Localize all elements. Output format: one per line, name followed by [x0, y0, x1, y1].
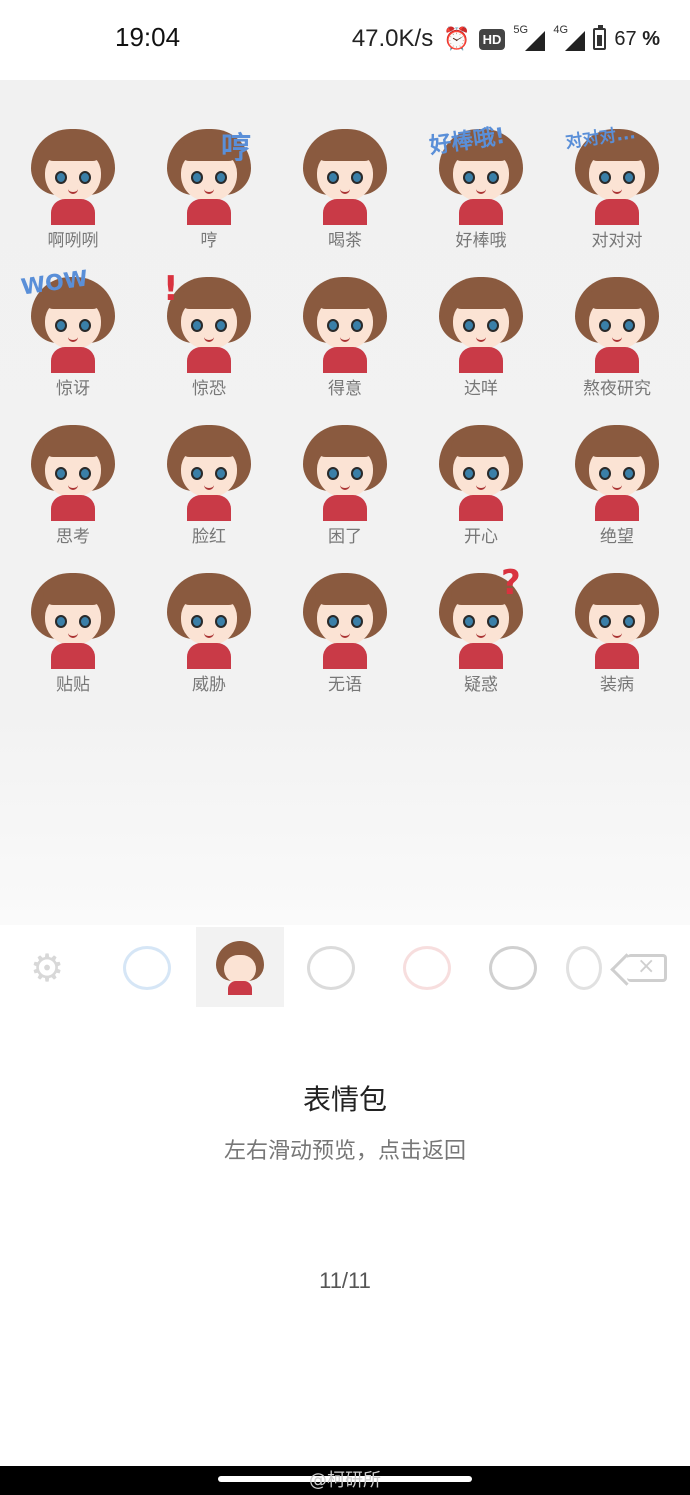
battery-icon — [593, 25, 607, 50]
sticker-image — [159, 421, 259, 521]
sticker-item[interactable]: 困了 — [277, 421, 413, 569]
tab-pack-current[interactable] — [196, 927, 284, 1007]
tab-pack-cat[interactable] — [478, 933, 548, 1003]
sticker-image: 哼 — [159, 125, 259, 225]
sticker-image: 好棒哦! — [428, 124, 531, 225]
sticker-image — [295, 273, 395, 373]
sticker-image — [159, 569, 259, 669]
sticker-image: WOW — [20, 266, 123, 373]
sticker-item[interactable]: 无语 — [277, 569, 413, 717]
sticker-overlay-text: 哼 — [221, 131, 251, 166]
sticker-label: 无语 — [328, 675, 362, 695]
sticker-label: 开心 — [464, 527, 498, 547]
sticker-item[interactable]: ? 疑惑 — [413, 563, 549, 717]
sticker-image — [23, 125, 123, 225]
sticker-label: 疑惑 — [464, 675, 498, 695]
sticker-item[interactable]: 哼哼 — [141, 125, 277, 273]
sticker-label: 装病 — [600, 675, 634, 695]
tab-pack-girl[interactable] — [296, 933, 366, 1003]
tab-pack-bunny[interactable] — [392, 933, 462, 1003]
hd-badge: HD — [478, 28, 506, 50]
sticker-item[interactable]: 熬夜研究 — [549, 273, 685, 421]
sticker-item[interactable]: 达咩 — [413, 273, 549, 421]
sticker-item[interactable]: 贴贴 — [5, 569, 141, 717]
sticker-label: 威胁 — [192, 675, 226, 695]
sticker-image — [567, 421, 667, 521]
sticker-label: 惊讶 — [56, 379, 90, 399]
sticker-image: ! — [159, 269, 259, 373]
sticker-overlay-text: ? — [501, 563, 521, 603]
sticker-label: 绝望 — [600, 527, 634, 547]
sticker-label: 啊咧咧 — [47, 231, 99, 251]
pack-avatar-icon — [212, 939, 268, 995]
sticker-item[interactable]: 威胁 — [141, 569, 277, 717]
status-indicators: 47.0K/s ⏰ HD 5G 4G 67 % — [352, 20, 660, 58]
sticker-image — [567, 273, 667, 373]
signal-5g-icon: 5G — [513, 24, 546, 51]
sticker-label: 喝茶 — [328, 231, 362, 251]
sticker-image: ? — [431, 563, 531, 669]
sticker-image — [431, 421, 531, 521]
sticker-item[interactable]: 装病 — [549, 569, 685, 717]
sticker-image — [567, 569, 667, 669]
sticker-label: 脸红 — [192, 527, 226, 547]
sticker-item[interactable]: 绝望 — [549, 421, 685, 569]
sticker-label: 惊恐 — [192, 379, 226, 399]
sticker-image — [295, 125, 395, 225]
sticker-grid: 啊咧咧哼哼喝茶 好棒哦! 好棒哦 对对对... 对对对 WOW 惊讶! 惊恐 得意 达咩 熬夜研究思… — [5, 123, 685, 717]
sticker-label: 思考 — [56, 527, 90, 547]
alarm-clock-icon: ⏰ — [443, 26, 471, 51]
sticker-image: 对对对... — [564, 123, 667, 225]
sticker-label: 对对对 — [591, 231, 643, 251]
sticker-image — [295, 421, 395, 521]
backspace-icon[interactable]: × — [624, 933, 670, 1003]
tab-pack-partial[interactable] — [566, 933, 602, 1003]
sticker-label: 好棒哦 — [455, 231, 507, 251]
sticker-item[interactable]: 啊咧咧 — [5, 125, 141, 273]
sticker-label: 哼 — [200, 231, 218, 251]
sticker-item[interactable]: 喝茶 — [277, 125, 413, 273]
sticker-item[interactable]: WOW 惊讶 — [5, 266, 141, 421]
signal-4g-icon: 4G — [553, 24, 586, 51]
sticker-label: 达咩 — [464, 379, 498, 399]
tab-pack-blue-character[interactable] — [112, 933, 182, 1003]
page-indicator: 11/11 — [319, 1268, 371, 1293]
sticker-image — [23, 421, 123, 521]
watermark: @柯研所 — [309, 1470, 381, 1491]
gear-icon[interactable]: ⚙ — [20, 933, 74, 1003]
sticker-label: 困了 — [328, 527, 362, 547]
sticker-item[interactable]: 思考 — [5, 421, 141, 569]
sticker-label: 得意 — [328, 379, 362, 399]
sticker-image — [295, 569, 395, 669]
sticker-overlay-text: ! — [163, 269, 179, 309]
network-speed: 47.0K/s — [351, 25, 434, 52]
sticker-image — [23, 569, 123, 669]
sticker-item[interactable]: ! 惊恐 — [141, 269, 277, 421]
status-bar: 19:04 47.0K/s ⏰ HD 5G 4G 67 % — [0, 0, 690, 80]
status-time: 19:04 — [115, 22, 181, 52]
sticker-panel: 啊咧咧哼哼喝茶 好棒哦! 好棒哦 对对对... 对对对 WOW 惊讶! 惊恐 得意 达咩 熬夜研究思… — [0, 80, 690, 925]
sticker-item[interactable]: 好棒哦! 好棒哦 — [413, 124, 549, 273]
sticker-label: 熬夜研究 — [583, 379, 651, 399]
sticker-image — [431, 273, 531, 373]
sticker-item[interactable]: 脸红 — [141, 421, 277, 569]
pack-hint: 左右滑动预览，点击返回 — [223, 1139, 466, 1164]
sticker-tab-bar: ⚙ × — [0, 925, 690, 1010]
sticker-label: 贴贴 — [56, 675, 90, 695]
sticker-item[interactable]: 开心 — [413, 421, 549, 569]
sticker-item[interactable]: 对对对... 对对对 — [549, 123, 685, 273]
battery-percent: 67 % — [614, 27, 660, 50]
sticker-item[interactable]: 得意 — [277, 273, 413, 421]
pack-title: 表情包 — [302, 1083, 387, 1116]
